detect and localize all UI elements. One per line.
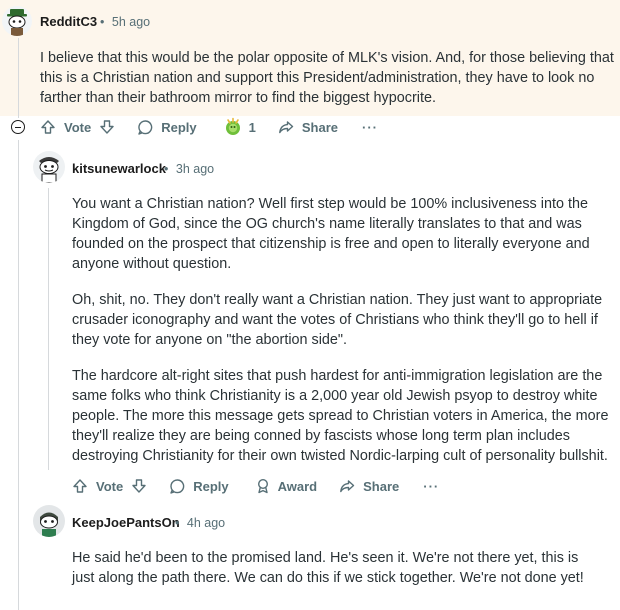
share-icon (278, 121, 294, 134)
share-label: Share (363, 478, 400, 494)
reply-button[interactable]: Reply (137, 119, 197, 136)
award-icon (225, 117, 240, 135)
share-button[interactable]: Share (278, 119, 338, 135)
comment-author[interactable]: KeepJoePantsOn (72, 515, 180, 530)
meta-separator: • (175, 516, 180, 530)
share-button[interactable]: Share (339, 478, 399, 494)
comment-body: I believe that this would be the polar o… (40, 50, 614, 106)
comment-meta: • 3h ago (164, 162, 214, 176)
award-button[interactable]: 1 (223, 117, 256, 137)
comment-actions: Vote Reply Award Share ··· (72, 473, 439, 499)
vote-label: Vote (96, 478, 124, 494)
thread-line[interactable] (18, 38, 19, 118)
share-icon (340, 480, 355, 493)
share-label: Share (301, 119, 338, 135)
downvote-arrow-icon (100, 120, 114, 134)
award-button[interactable]: Award (255, 478, 318, 494)
comment-timestamp[interactable]: 4h ago (187, 516, 225, 530)
upvote-button[interactable]: Vote (40, 119, 99, 135)
snoo-avatar-icon (40, 512, 58, 537)
comment-paragraph: You want a Christian nation? Well first … (72, 196, 590, 272)
snoo-avatar-icon (39, 157, 59, 183)
comment-timestamp[interactable]: 5h ago (112, 15, 150, 29)
comment-body: He said he'd been to the promised land. … (72, 550, 584, 586)
more-options-icon: ··· (423, 478, 440, 494)
upvote-arrow-icon (41, 120, 55, 134)
more-options-button[interactable]: ··· (362, 120, 378, 135)
avatar[interactable] (33, 151, 65, 183)
comment-bubble-icon (138, 119, 153, 135)
reply-button[interactable]: Reply (169, 478, 229, 495)
collapse-thread-button[interactable] (11, 120, 25, 134)
more-options-button[interactable]: ··· (423, 479, 439, 494)
thread-line[interactable] (18, 140, 19, 610)
downvote-arrow-icon (132, 479, 146, 493)
avatar[interactable] (2, 6, 32, 36)
upvote-arrow-icon (73, 479, 87, 493)
comment-actions: Vote Reply 1 Share ··· (40, 114, 378, 140)
vote-label: Vote (64, 119, 92, 135)
comment-meta: • 4h ago (175, 516, 225, 530)
meta-separator: • (164, 162, 169, 176)
award-count: 1 (248, 119, 256, 135)
downvote-button[interactable] (99, 119, 115, 135)
thread-line[interactable] (48, 188, 49, 470)
reply-label: Reply (161, 119, 197, 135)
comment-paragraph: The hardcore alt-right sites that push h… (72, 368, 609, 464)
snoo-avatar-icon (7, 9, 27, 36)
reply-label: Reply (193, 478, 229, 494)
comment-paragraph: Oh, shit, no. They don't really want a C… (72, 292, 603, 348)
comment-author[interactable]: RedditC3 (40, 14, 97, 29)
avatar[interactable] (33, 505, 65, 537)
more-options-icon: ··· (362, 119, 378, 135)
comment-bubble-icon (170, 478, 185, 494)
award-label: Award (277, 478, 318, 494)
meta-separator: • (100, 15, 105, 29)
award-ribbon-icon (257, 478, 268, 494)
comment-meta: • 5h ago (100, 15, 150, 29)
upvote-button[interactable]: Vote (72, 478, 131, 494)
downvote-button[interactable] (131, 478, 147, 494)
comment-author[interactable]: kitsunewarlock (72, 161, 166, 176)
comment-timestamp[interactable]: 3h ago (176, 162, 214, 176)
